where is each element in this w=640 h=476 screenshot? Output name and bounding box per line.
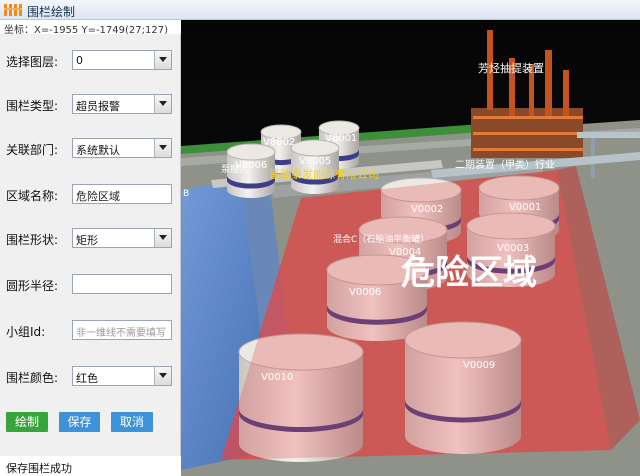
layer-select[interactable]: 0 <box>72 50 172 70</box>
fence-area-label: 危险区域 <box>401 253 537 293</box>
color-label: 围栏颜色: <box>6 371 59 385</box>
shape-select[interactable]: 矩形 <box>72 228 172 248</box>
fence-type-select[interactable]: 超员报警 <box>72 94 172 114</box>
area-name-label: 区域名称: <box>6 189 59 203</box>
coordinate-bar: 坐标：X=-1955 Y=-1749(27;127) <box>0 20 181 36</box>
app-logo-icon <box>4 4 22 16</box>
status-bar: 保存围栏成功 <box>0 456 181 476</box>
plant-label: 芳烃抽提装置 <box>478 61 544 75</box>
dept-select-value: 系统默认 <box>76 144 120 157</box>
unit-label: 二期装置（甲类）行业 <box>455 158 555 171</box>
chevron-down-icon[interactable] <box>154 51 171 69</box>
chevron-down-icon[interactable] <box>154 229 171 247</box>
title-bar: 围栏绘制 <box>0 0 640 20</box>
edge-label: B <box>183 189 189 199</box>
shape-label: 围栏形状: <box>6 233 59 247</box>
tank-label: V0002 <box>411 204 443 215</box>
tank-label: V8002 <box>263 137 295 148</box>
tank-label: V8001 <box>325 133 357 144</box>
draw-button[interactable]: 绘制 <box>6 412 48 432</box>
tank-label: V0009 <box>463 360 495 371</box>
dept-label: 关联部门: <box>6 143 59 157</box>
fence-type-label: 围栏类型: <box>6 99 59 113</box>
side-label: 泵棚区 <box>221 163 248 175</box>
layer-select-value: 0 <box>76 54 83 67</box>
dept-select[interactable]: 系统默认 <box>72 138 172 158</box>
color-select[interactable]: 红色 <box>72 366 172 386</box>
tank-label: V0010 <box>261 372 293 383</box>
company-label: 晋瑞泰发能源有限公司 <box>269 167 379 181</box>
status-message: 保存围栏成功 <box>6 462 72 475</box>
color-select-value: 红色 <box>76 372 98 385</box>
area-name-input[interactable]: 危险区域 <box>72 184 172 204</box>
fence-form-panel: 选择图层: 0 围栏类型: 超员报警 关联部门: 系统默认 区域名称: 危险区域… <box>0 34 181 476</box>
layer-label: 选择图层: <box>6 55 59 69</box>
radius-input[interactable] <box>72 274 172 294</box>
mid-label: 混合C（石脑油平衡罐） <box>333 233 429 245</box>
tank-label: V8005 <box>299 156 331 167</box>
group-id-input[interactable]: 非一维线不需要填写 <box>72 320 172 340</box>
cancel-button[interactable]: 取消 <box>111 412 153 432</box>
chevron-down-icon[interactable] <box>154 139 171 157</box>
chevron-down-icon[interactable] <box>154 95 171 113</box>
tank-label: V0006 <box>349 287 381 298</box>
save-button[interactable]: 保存 <box>59 412 100 432</box>
tank-label: V0001 <box>509 202 541 213</box>
scene-canvas[interactable]: V8002 V8001V8006 V8005V0002 V0001V0004 V0003… <box>181 20 640 476</box>
storage-tank <box>290 139 340 194</box>
window-title: 围栏绘制 <box>27 5 76 19</box>
radius-label: 圆形半径: <box>6 279 59 293</box>
chevron-down-icon[interactable] <box>154 367 171 385</box>
map-scene[interactable]: V8002 V8001 V8006 V8005 V0002 V0001 V0004 V0003… <box>181 20 640 476</box>
group-id-label: 小组Id: <box>6 325 46 339</box>
shape-select-value: 矩形 <box>76 234 98 247</box>
fence-type-select-value: 超员报警 <box>76 100 120 113</box>
